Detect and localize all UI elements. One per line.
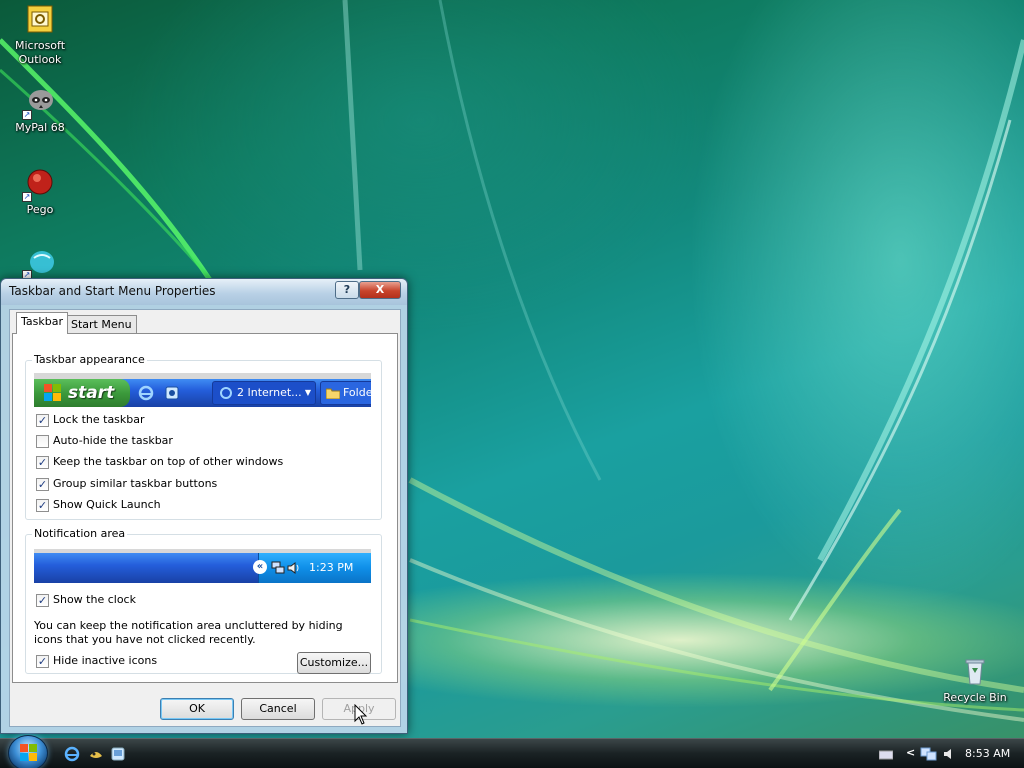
help-icon: ? [343,283,351,296]
checkbox-box: ✓ [36,498,49,512]
taskbar-properties-dialog: Taskbar and Start Menu Properties ? X Ta… [0,278,408,734]
app-globe-icon: ↗ [22,246,56,280]
taskbar: < 8:53 AM [0,735,1024,768]
folder-icon [326,388,340,399]
close-icon: X [375,283,385,296]
notification-description: You can keep the notification area unclu… [34,619,343,646]
network-tray-icon[interactable] [920,746,938,762]
tab-taskbar[interactable]: Taskbar [16,312,68,334]
checkbox-box: ✓ [36,654,49,668]
checkbox-box [36,434,49,448]
dialog-client-area: Taskbar Start Menu Taskbar appearance st… [9,309,401,727]
folder-button-label: Folde [343,386,371,399]
mouse-cursor-icon [354,704,368,725]
pego-icon: ↗ [22,168,56,202]
start-orb-button[interactable] [8,735,48,768]
tab-page-taskbar: Taskbar appearance start 2 Internet... ▼ [12,333,398,683]
desktop-icon-label: MyPal 68 [15,121,65,134]
notification-preview: « 1:23 PM [34,549,371,583]
checkbox-box: ✓ [36,593,49,607]
hide-inactive-icons-checkbox[interactable]: ✓ Hide inactive icons [36,654,157,670]
checkbox-label: Show Quick Launch [53,498,161,511]
volume-tray-icon[interactable] [942,746,958,762]
checkbox-label: Hide inactive icons [53,654,158,667]
dialog-titlebar[interactable]: Taskbar and Start Menu Properties ? X [1,279,407,305]
desktop-icon-recycle-bin[interactable]: Recycle Bin [936,656,1014,705]
desktop-icon-outlook[interactable]: Microsoft Outlook [1,4,79,67]
tray-preview: « 1:23 PM [253,553,371,583]
shortcut-arrow-icon: ↗ [22,192,32,202]
recycle-bin-icon [959,656,991,688]
desktop-icon-label: Microsoft Outlook [14,39,66,66]
desktop-icon-label: Recycle Bin [943,691,1007,704]
windows-flag-icon [44,384,61,401]
messenger-quicklaunch-icon [165,386,179,400]
tray-chevron-icon[interactable]: < [906,746,915,759]
auto-hide-checkbox[interactable]: Auto-hide the taskbar [36,434,173,450]
shortcut-arrow-icon: ↗ [22,110,32,120]
expand-tray-icon: « [253,560,267,574]
checkbox-box: ✓ [36,455,49,469]
dialog-title: Taskbar and Start Menu Properties [9,284,216,298]
checkbox-box: ✓ [36,477,49,491]
ie-quicklaunch-icon [138,385,154,401]
desktop-icon-app[interactable]: ↗ [1,246,79,281]
windows-logo-icon [20,744,37,761]
taskbar-appearance-group: Taskbar appearance start 2 Internet... ▼ [25,353,382,520]
volume-tray-icon [287,562,299,574]
taskbar-preview: start 2 Internet... ▼ Folde [34,373,371,407]
checkbox-label: Keep the taskbar on top of other windows [53,455,284,468]
start-button-preview: start [34,379,130,407]
keep-on-top-checkbox[interactable]: ✓ Keep the taskbar on top of other window… [36,455,283,471]
help-button[interactable]: ? [335,281,359,299]
group-similar-checkbox[interactable]: ✓ Group similar taskbar buttons [36,477,217,493]
keyboard-tray-icon[interactable] [879,750,893,760]
customize-button[interactable]: Customize... [297,652,371,674]
show-desktop-icon[interactable] [110,746,126,762]
ie-icon [220,387,232,399]
taskbar-clock[interactable]: 8:53 AM [965,747,1010,760]
ok-button[interactable]: OK [160,698,234,720]
checkbox-label: Group similar taskbar buttons [53,477,218,490]
dropdown-arrow-icon: ▼ [304,388,311,397]
desktop-icon-label: Pego [26,203,54,216]
show-quick-launch-checkbox[interactable]: ✓ Show Quick Launch [36,498,161,514]
show-clock-checkbox[interactable]: ✓ Show the clock [36,593,136,609]
outlook-icon [24,4,56,36]
tab-start-menu[interactable]: Start Menu [66,315,137,335]
mypal-raccoon-icon: ↗ [22,86,56,120]
internet-explorer-icon[interactable] [64,746,80,762]
group-label: Notification area [32,527,128,540]
start-label: start [68,383,115,403]
mypal-icon[interactable] [88,746,104,762]
group-button-label: 2 Internet... [237,386,302,399]
desktop-icon-pego[interactable]: ↗ Pego [1,168,79,217]
checkbox-label: Auto-hide the taskbar [53,434,173,447]
checkbox-label: Lock the taskbar [53,413,145,426]
desktop-icon-mypal[interactable]: ↗ MyPal 68 [1,86,79,135]
close-button[interactable]: X [359,281,401,299]
network-tray-icon [271,561,285,574]
lock-taskbar-checkbox[interactable]: ✓ Lock the taskbar [36,413,145,429]
preview-clock: 1:23 PM [309,561,354,574]
folder-button-preview: Folde [320,381,371,405]
grouped-ie-button-preview: 2 Internet... ▼ [212,381,316,405]
checkbox-label: Show the clock [53,593,136,606]
checkbox-box: ✓ [36,413,49,427]
group-label: Taskbar appearance [32,353,147,366]
cancel-button[interactable]: Cancel [241,698,315,720]
